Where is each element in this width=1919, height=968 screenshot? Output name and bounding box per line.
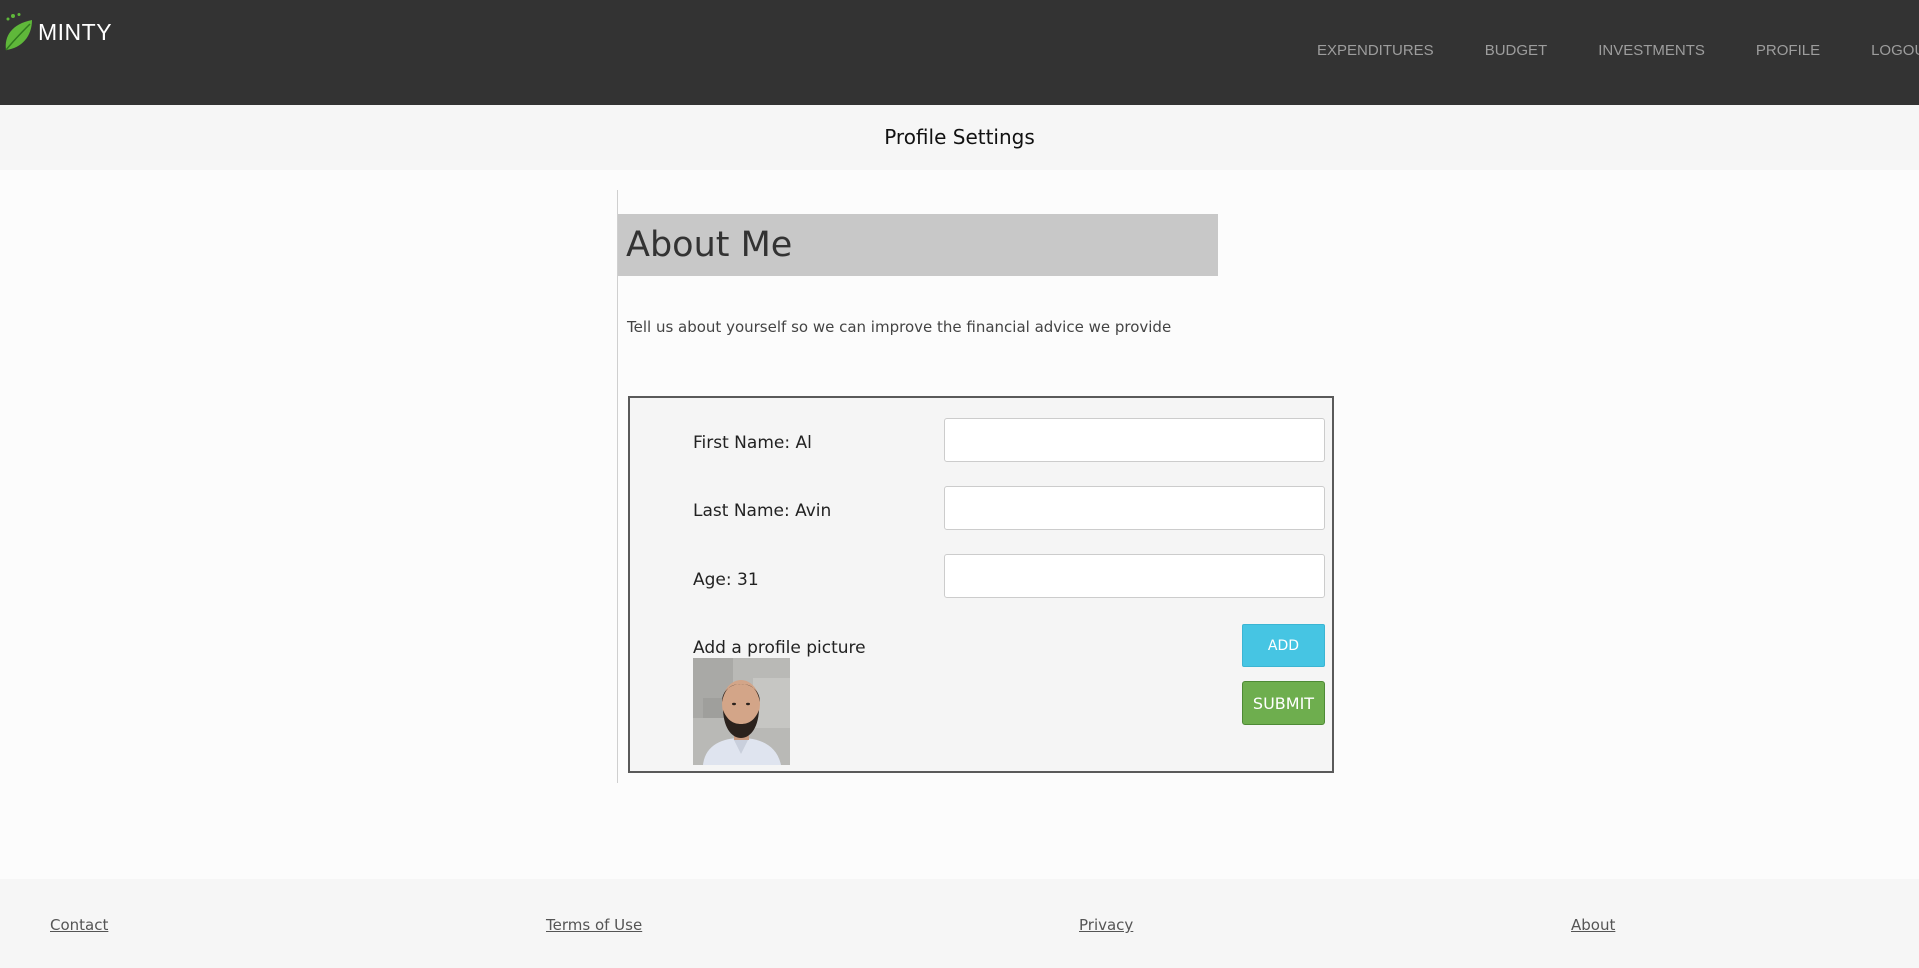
first-name-input[interactable] <box>944 418 1325 462</box>
footer-link-contact[interactable]: Contact <box>50 916 108 934</box>
about-intro-text: Tell us about yourself so we can improve… <box>627 318 1172 336</box>
profile-photo <box>693 658 790 765</box>
about-heading-box: About Me <box>618 214 1218 276</box>
nav-item-budget[interactable]: BUDGET <box>1485 42 1548 59</box>
brand[interactable]: MINTY <box>2 12 112 52</box>
profile-form: First Name: Al Last Name: Avin Age: 31 A… <box>628 396 1334 773</box>
footer-link-about[interactable]: About <box>1571 916 1615 934</box>
footer: Contact Terms of Use Privacy About <box>0 879 1919 968</box>
nav-item-logout[interactable]: LOGOUT <box>1871 42 1919 59</box>
profile-picture-label: Add a profile picture <box>693 638 866 658</box>
last-name-label: Last Name: Avin <box>693 501 832 521</box>
about-heading: About Me <box>626 225 793 265</box>
main-nav: EXPENDITURES BUDGET INVESTMENTS PROFILE … <box>1317 42 1919 59</box>
footer-link-privacy[interactable]: Privacy <box>1079 916 1133 934</box>
nav-item-profile[interactable]: PROFILE <box>1756 42 1820 59</box>
last-name-input[interactable] <box>944 486 1325 530</box>
page-header: Profile Settings <box>0 105 1919 170</box>
footer-link-terms[interactable]: Terms of Use <box>546 916 642 934</box>
add-picture-button[interactable]: ADD <box>1242 624 1325 667</box>
page-title: Profile Settings <box>884 125 1035 149</box>
submit-button[interactable]: SUBMIT <box>1242 681 1325 725</box>
brand-name: MINTY <box>38 18 113 45</box>
leaf-icon <box>5 13 32 51</box>
nav-item-expenditures[interactable]: EXPENDITURES <box>1317 42 1434 59</box>
age-input[interactable] <box>944 554 1325 598</box>
first-name-label: First Name: Al <box>693 433 812 453</box>
age-label: Age: 31 <box>693 570 759 590</box>
nav-item-investments[interactable]: INVESTMENTS <box>1598 42 1705 59</box>
top-navbar: MINTY EXPENDITURES BUDGET INVESTMENTS PR… <box>0 0 1919 105</box>
divider <box>617 190 618 783</box>
